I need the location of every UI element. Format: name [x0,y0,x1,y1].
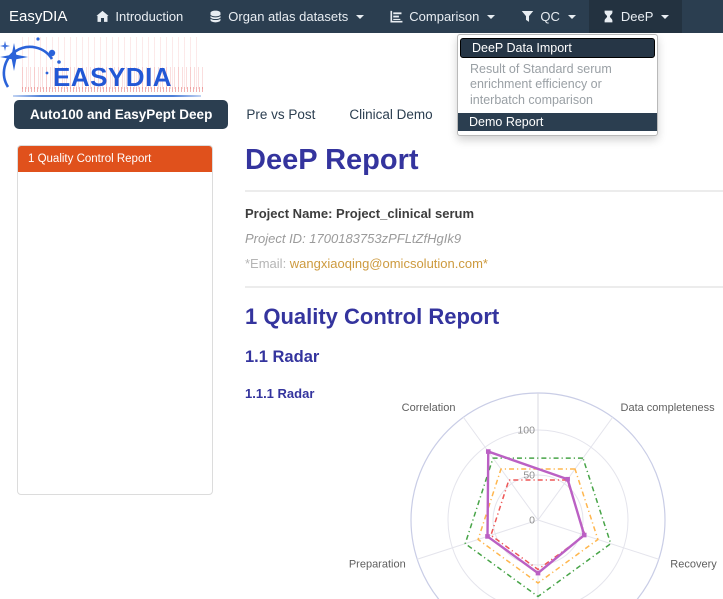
project-email-line: *Email: wangxiaoqing@omicsolution.com* [245,256,723,271]
menu-item-demo-report[interactable]: Demo Report [458,113,657,131]
project-name: Project Name: Project_clinical serum [245,206,723,221]
sidebar-item-quality-control-report[interactable]: 1 Quality Control Report [18,146,212,172]
easydia-logo-text: EASYDIA [53,62,172,93]
tab-pre-vs-post[interactable]: Pre vs Post [230,100,331,129]
nav-item-qc[interactable]: QC [508,0,589,33]
logo-underline [13,95,201,97]
email-link[interactable]: wangxiaoqing@omicsolution.com* [290,256,488,271]
caret-down-icon [568,15,576,19]
divider [245,190,723,192]
nav-item-organ-atlas-datasets[interactable]: Organ atlas datasets [196,0,377,33]
nav-label: QC [540,9,560,24]
nav-label: Organ atlas datasets [228,9,348,24]
radar-marker [485,534,490,539]
radar-tick-label: 0 [529,515,535,527]
deep-dropdown-menu: DeeP Data Import Result of Standard seru… [457,34,658,136]
radar-marker [536,571,541,576]
database-icon [209,10,222,23]
radar-marker [486,449,491,454]
caret-down-icon [661,15,669,19]
section-heading-qc-report: 1 Quality Control Report [245,304,723,330]
report-main: DeeP Report Project Name: Project_clinic… [245,140,723,409]
caret-down-icon [356,15,364,19]
page: EasyDIA Introduction Organ atlas dataset… [0,0,723,599]
nav-label: Comparison [409,9,479,24]
page-title: DeeP Report [245,144,723,177]
project-id: Project ID: 1700183753zPFLtZfHgIk9 [245,231,723,246]
tab-clinical-demo[interactable]: Clinical Demo [333,100,448,129]
radar-marker [565,477,570,482]
tab-auto100-easypept-deep[interactable]: Auto100 and EasyPept Deep [14,100,228,129]
menu-item-deep-data-import[interactable]: DeeP Data Import [460,38,655,58]
top-navbar: EasyDIA Introduction Organ atlas dataset… [0,0,723,33]
radar-marker [582,533,587,538]
caret-down-icon [487,15,495,19]
section-heading-radar: 1.1 Radar [245,348,723,367]
hourglass-icon [602,10,615,23]
brand[interactable]: EasyDIA [0,0,83,33]
bar-chart-icon [390,10,403,23]
nav-item-introduction[interactable]: Introduction [83,0,196,33]
radar-axis-label: Recovery [670,558,717,570]
radar-axis-label: Preparation [349,558,406,570]
nav-label: Introduction [115,9,183,24]
menu-item-standard-serum-result[interactable]: Result of Standard serum enrichment effi… [458,58,657,113]
nav-item-comparison[interactable]: Comparison [377,0,508,33]
radar-axis-label: Data completeness [621,402,716,414]
radar-tick-label: 100 [517,425,535,437]
divider [245,286,723,288]
filter-icon [521,10,534,23]
email-prefix: *Email: [245,256,290,271]
home-icon [96,10,109,23]
nav-item-deep[interactable]: DeeP [589,0,683,33]
nav-label: DeeP [621,9,654,24]
radar-axis-label: Correlation [402,402,456,414]
radar-chart: 050100Data completenessCorrelationPrepar… [0,372,723,599]
